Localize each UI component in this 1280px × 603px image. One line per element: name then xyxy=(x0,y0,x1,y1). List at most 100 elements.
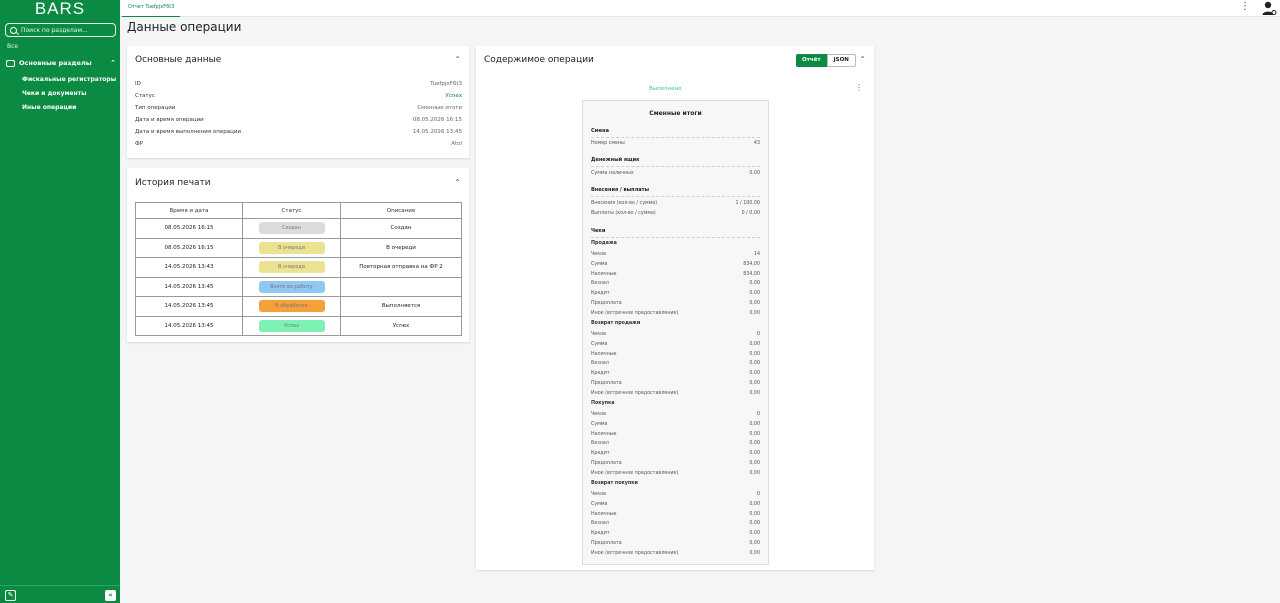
receipt-row-label: Внесения (кол-во / сумма) xyxy=(591,201,658,206)
sidebar-item-fiscal-registers[interactable]: Фискальные регистраторы xyxy=(22,76,116,83)
edit-icon[interactable]: ✎ xyxy=(5,590,16,601)
receipt-row-value: 0,00 xyxy=(749,541,760,546)
receipt-row: Наличные 834,00 xyxy=(591,272,760,277)
receipt-row-label: Безнал xyxy=(591,361,609,367)
status-badge: В обработке xyxy=(258,300,325,313)
receipt-group-title: Возврат покупки xyxy=(591,481,638,486)
cell-description: Повторная отправка на ФР 2 xyxy=(340,257,462,278)
receipt-row-value: 0,00 xyxy=(749,531,760,537)
receipt-row-label: Иное (встречное предоставление) xyxy=(591,310,679,316)
column-header: Время и дата xyxy=(135,202,243,219)
receipt-row-value: 0,00 xyxy=(749,431,760,437)
receipt-row-value: 0,00 xyxy=(749,461,760,466)
kv-label: ID xyxy=(135,81,141,87)
receipt-row-value: 0,00 xyxy=(749,361,760,367)
cell-description xyxy=(340,276,462,297)
kv-value: Сменные итоги xyxy=(417,105,462,111)
chevron-up-icon: ⌃ xyxy=(110,59,116,67)
sidebar-group-main[interactable]: Основные разделы ⌃ xyxy=(6,57,116,69)
kv-label: ФР xyxy=(135,141,144,147)
receipt-row-value: 0,00 xyxy=(749,390,760,396)
kv-value: 08.05.2026 16:15 xyxy=(412,117,462,123)
receipt-row: Предоплата 0,00 xyxy=(591,381,760,386)
cell-description: Успех xyxy=(340,315,462,336)
receipt-row: Сумма 834,00 xyxy=(591,262,760,267)
receipt-section-shift: Смена xyxy=(591,128,609,134)
cell-time: 08.05.2026 16:15 xyxy=(135,218,243,239)
cell-time: 14.05.2026 13:45 xyxy=(135,315,243,336)
section-search-input[interactable]: Поиск по разделам... xyxy=(5,23,116,37)
receipt-row: Сумма 0,00 xyxy=(591,502,760,507)
kv-row-type: Тип операции Сменные итоги xyxy=(135,105,462,117)
receipt-row-value: 0,00 xyxy=(749,351,760,357)
receipt-row-value: 0,00 xyxy=(749,451,760,457)
collapse-chevron-icon[interactable]: ⌃ xyxy=(454,178,461,187)
table-row: 14.05.2026 13:43 В очереди Повторная отпра… xyxy=(135,257,462,278)
receipt-row-value: 834,00 xyxy=(743,261,760,267)
receipt-row-value: 0,00 xyxy=(749,501,760,507)
sidebar-group-label: Основные разделы xyxy=(19,59,92,67)
receipt-section-cash: Денежный ящик xyxy=(591,157,640,163)
receipt-row-label: Предоплата xyxy=(591,541,622,546)
receipt-row-label: Безнал xyxy=(591,521,609,527)
sidebar-all-label[interactable]: Все xyxy=(7,43,18,50)
sidebar-item-other-operations[interactable]: Иные операции xyxy=(22,104,76,111)
receipt-row: Иное (встречное предоставление) 0,00 xyxy=(591,471,760,476)
receipt-row: Кредит 0,00 xyxy=(591,371,760,376)
receipt-row-value: 0,00 xyxy=(749,281,760,287)
collapse-sidebar-icon[interactable]: « xyxy=(105,590,116,601)
print-history-table: Время и дата Статус Описание 08.05.2026 … xyxy=(135,202,462,336)
receipt-title: Сменные итоги xyxy=(649,110,702,117)
receipt-row-value: 834,00 xyxy=(743,271,760,277)
receipt-row-label: Чеков xyxy=(591,332,606,337)
receipt-row-label: Чеков xyxy=(591,252,606,257)
receipt-row-label: Номер смены xyxy=(591,141,625,146)
more-vertical-icon[interactable]: ⋮ xyxy=(1240,2,1250,12)
receipt-row-label: Наличные xyxy=(591,351,617,357)
collapse-chevron-icon[interactable]: ⌃ xyxy=(859,55,866,64)
receipt-row-label: Сумма xyxy=(591,261,608,267)
column-header: Описание xyxy=(340,202,462,219)
kv-row-fr: ФР Atol xyxy=(135,141,462,153)
receipt-row-value: 0,00 xyxy=(749,291,760,297)
receipt-row-value: 1 / 100,00 xyxy=(735,201,760,206)
receipt-row: Наличные 0,00 xyxy=(591,512,760,517)
receipt-row-value: 0,00 xyxy=(749,371,760,377)
sidebar-item-checks-documents[interactable]: Чеки и документы xyxy=(22,90,87,97)
user-settings-icon[interactable] xyxy=(1261,0,1277,16)
receipt-row: Предоплата 0,00 xyxy=(591,301,760,306)
receipt-row-value: 0,00 xyxy=(749,171,760,176)
more-vertical-icon[interactable]: ⋮ xyxy=(855,83,863,92)
cell-status: В обработке xyxy=(242,296,341,317)
operation-content-title: Содержимое операции xyxy=(484,55,594,65)
receipt-row-value: 0,00 xyxy=(749,470,760,476)
kv-value-status: Успех xyxy=(445,93,462,99)
receipt-row-value: 0 / 0,00 xyxy=(741,211,760,216)
collapse-chevron-icon[interactable]: ⌃ xyxy=(454,55,461,64)
cell-status: Взято во работу xyxy=(242,276,341,297)
tab-report[interactable]: Отчет TuefpjxF6t3 xyxy=(122,0,181,17)
status-badge: Взято во работу xyxy=(258,280,325,293)
cell-status: В очереди xyxy=(242,257,341,278)
brand-logo: BARS xyxy=(34,0,86,18)
receipt-row: Иное (встречное предоставление) 0,00 xyxy=(591,391,760,396)
receipt-row-value: 0 xyxy=(756,332,760,337)
kv-value: Atol xyxy=(451,141,462,147)
kv-label: Дата и время выполнения операции xyxy=(135,129,242,135)
receipt-row-label: Наличные xyxy=(591,431,617,437)
receipt-row-label: Безнал xyxy=(591,281,609,287)
receipt-row-label: Предоплата xyxy=(591,301,622,306)
kv-row-status: Статус Успех xyxy=(135,93,462,105)
receipt-row-value: 0,00 xyxy=(749,550,760,556)
cell-time: 08.05.2026 16:15 xyxy=(135,237,243,258)
page-title: Данные операции xyxy=(127,20,242,34)
cell-description: Выполняется xyxy=(340,296,462,317)
receipt-row-value: 0,00 xyxy=(749,441,760,447)
toggle-report-button[interactable]: Отчёт xyxy=(796,54,827,67)
column-header: Статус xyxy=(242,202,341,219)
kv-label: Статус xyxy=(135,93,155,99)
receipt-row: Внесения (кол-во / сумма) 1 / 100,00 xyxy=(591,201,760,206)
kv-row-id: ID TuefpjxF6t3 xyxy=(135,81,462,93)
receipt-row-label: Сумма xyxy=(591,341,608,347)
toggle-json-button[interactable]: JSON xyxy=(826,54,856,67)
